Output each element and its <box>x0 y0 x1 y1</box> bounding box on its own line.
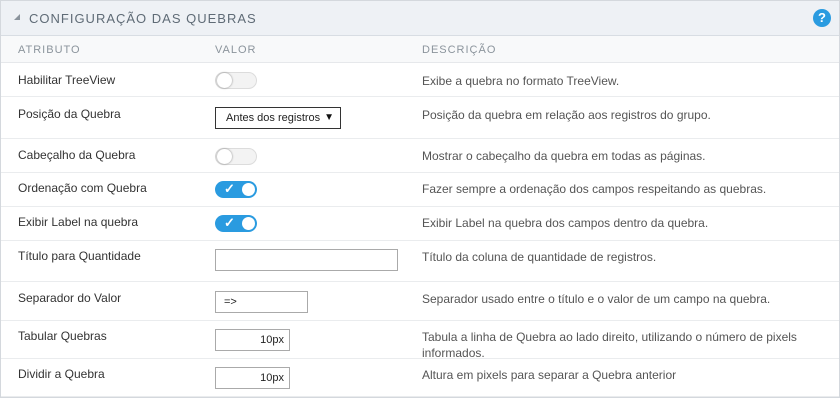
toggle-switch[interactable]: ✓ <box>215 215 257 232</box>
row-control <box>215 249 398 271</box>
row-control: => <box>215 291 308 313</box>
row-control <box>215 72 257 89</box>
row-label: Ordenação com Quebra <box>18 181 147 195</box>
toggle-knob <box>242 183 255 196</box>
column-value: VALOR <box>215 44 257 56</box>
row-description: Posição da quebra em relação aos registr… <box>422 108 711 122</box>
column-description: DESCRIÇÃO <box>422 44 497 56</box>
column-header: ATRIBUTO VALOR DESCRIÇÃO <box>1 36 839 63</box>
toggle-knob <box>217 149 232 164</box>
row-label: Habilitar TreeView <box>18 73 116 87</box>
row-description: Mostrar o cabeçalho da quebra em todas a… <box>422 149 706 163</box>
row-description: Exibir Label na quebra dos campos dentro… <box>422 216 709 230</box>
help-icon[interactable]: ? <box>813 9 831 27</box>
table-row: Separador do Valor => Separador usado entr… <box>1 282 839 321</box>
table-row: Título para Quantidade Título da coluna d… <box>1 241 839 282</box>
row-description: Separador usado entre o título e o valor… <box>422 292 771 306</box>
table-row: Ordenação com Quebra ✓ Fazer sempre a orde… <box>1 173 839 207</box>
panel-header[interactable]: CONFIGURAÇÃO DAS QUEBRAS ? <box>1 1 839 36</box>
select-value: Antes dos registros <box>226 112 321 124</box>
position-select[interactable]: Antes dos registros ▼ <box>215 107 341 129</box>
text-input[interactable]: => <box>215 291 308 313</box>
row-label: Exibir Label na quebra <box>18 215 139 229</box>
table-row: Exibir Label na quebra ✓ Exibir Label na q… <box>1 207 839 241</box>
config-panel: CONFIGURAÇÃO DAS QUEBRAS ? ATRIBUTO VALO… <box>0 0 840 398</box>
table-row: Habilitar TreeView Exibe a quebra no form… <box>1 63 839 97</box>
table-row: Cabeçalho da Quebra Mostrar o cabeçalho d… <box>1 139 839 173</box>
row-control: Antes dos registros ▼ <box>215 107 341 129</box>
table-row: Dividir a Quebra 10px Altura em pixels par… <box>1 359 839 397</box>
column-attribute: ATRIBUTO <box>18 44 81 56</box>
row-label: Separador do Valor <box>18 291 122 305</box>
pixel-input[interactable]: 10px <box>215 329 290 351</box>
row-label: Tabular Quebras <box>18 329 107 343</box>
row-description: Tabula a linha de Quebra ao lado direito… <box>422 330 797 360</box>
row-control: ✓ <box>215 215 257 232</box>
toggle-knob <box>242 217 255 230</box>
table-row: Posição da Quebra Antes dos registros ▼ Pos… <box>1 97 839 139</box>
row-control <box>215 148 257 165</box>
row-control: 10px <box>215 367 290 389</box>
settings-table: Habilitar TreeView Exibe a quebra no form… <box>1 63 839 397</box>
row-description: Fazer sempre a ordenação dos campos resp… <box>422 182 767 196</box>
check-icon: ✓ <box>224 215 235 230</box>
check-icon: ✓ <box>224 181 235 196</box>
collapse-icon[interactable] <box>14 14 20 20</box>
toggle-knob <box>217 73 232 88</box>
row-description: Título da coluna de quantidade de regist… <box>422 250 657 264</box>
toggle-switch[interactable]: ✓ <box>215 181 257 198</box>
row-control: ✓ <box>215 181 257 198</box>
dropdown-arrow-icon: ▼ <box>324 112 334 123</box>
row-label: Dividir a Quebra <box>18 367 105 381</box>
row-description: Exibe a quebra no formato TreeView. <box>422 74 620 88</box>
row-label: Título para Quantidade <box>18 249 141 263</box>
row-label: Cabeçalho da Quebra <box>18 148 136 162</box>
row-label: Posição da Quebra <box>18 107 121 121</box>
table-row: Tabular Quebras 10px Tabula a linha de Que… <box>1 321 839 360</box>
text-input[interactable] <box>215 249 398 271</box>
panel-title: CONFIGURAÇÃO DAS QUEBRAS <box>29 11 257 26</box>
row-description: Altura em pixels para separar a Quebra a… <box>422 368 677 382</box>
toggle-switch[interactable] <box>215 72 257 89</box>
row-control: 10px <box>215 329 290 351</box>
pixel-input[interactable]: 10px <box>215 367 290 389</box>
toggle-switch[interactable] <box>215 148 257 165</box>
